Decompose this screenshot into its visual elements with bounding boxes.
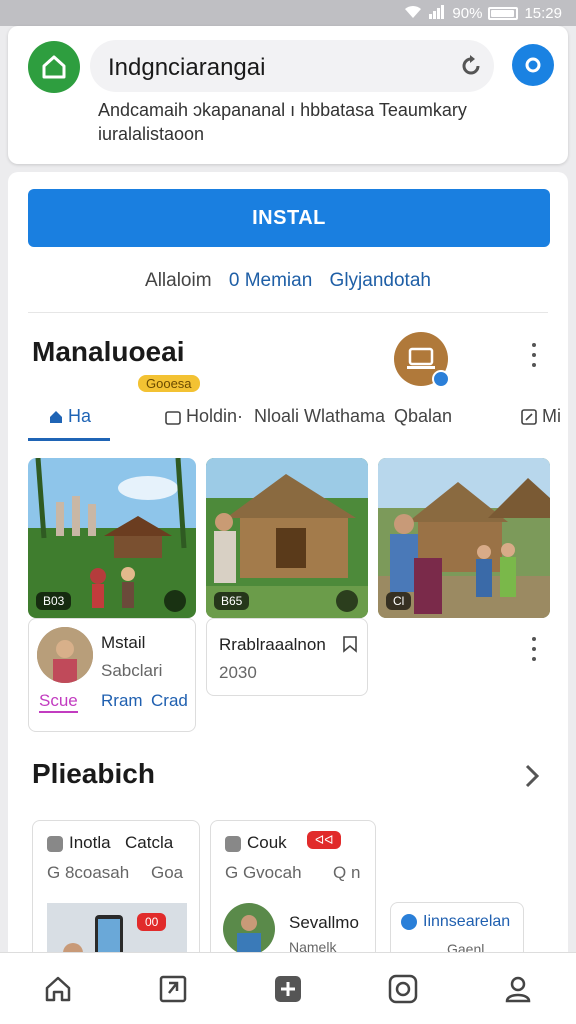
duration-badge: B03 xyxy=(36,592,72,610)
detail-card-1[interactable]: Mstail Sabclari Scue Rram Crad xyxy=(28,618,196,732)
tab-label: Qbalan xyxy=(394,406,453,426)
feature-subtitle: G Gvocah xyxy=(225,863,302,882)
section-title: Plieabich xyxy=(32,758,155,789)
tab-label: Mi xyxy=(542,406,561,426)
feature-subtitle-2: Goa xyxy=(151,863,184,882)
app-detail-sheet: INSTAL Allaloim 0 Memian Glyjandotah Man… xyxy=(8,172,568,962)
duration-badge: B65 xyxy=(214,592,250,610)
media-card-1[interactable]: B03 xyxy=(28,458,196,618)
explore-icon xyxy=(159,975,187,1002)
chevron-right-icon[interactable] xyxy=(522,762,542,790)
verified-icon xyxy=(432,370,450,388)
app-mini-icon xyxy=(225,835,241,852)
link-1[interactable]: 0 Memian xyxy=(229,270,312,291)
status-bar: 90% 15:29 xyxy=(0,0,576,26)
detail-title: Mstail xyxy=(101,633,146,652)
feature-card-1[interactable]: Inotla Catcla G 8coasah Goa 00 xyxy=(32,820,200,962)
tab-label: Ha xyxy=(68,406,92,426)
feature-card-2[interactable]: Couk ᐊᐊ G Gvocah Q n Sevallmo Namelk xyxy=(210,820,376,962)
tab-label: Nloali Wlathama xyxy=(254,406,386,426)
tab-qbalan[interactable]: Qbalan xyxy=(394,406,452,427)
feature-subtitle: G 8coasah xyxy=(47,863,130,882)
detail-link-2[interactable]: Rram xyxy=(101,691,143,711)
battery-icon xyxy=(488,6,519,20)
edit-icon xyxy=(521,408,537,425)
detail-subtitle: 2030 xyxy=(219,663,257,682)
feature-row-title: Iinnsearelan xyxy=(401,913,510,931)
bottom-navigation xyxy=(0,952,576,1024)
divider xyxy=(28,312,548,313)
account-button[interactable] xyxy=(512,44,554,86)
nav-profile[interactable] xyxy=(494,965,542,1013)
bag-icon xyxy=(165,410,181,425)
add-icon xyxy=(274,975,301,1002)
laptop-icon xyxy=(407,347,435,369)
account-circle-icon xyxy=(525,57,541,73)
nav-add[interactable] xyxy=(264,965,312,1013)
play-icon[interactable] xyxy=(336,590,358,612)
avatar xyxy=(37,627,93,683)
detail-title: Rrablraaalnon xyxy=(219,635,326,654)
clock: 15:29 xyxy=(524,4,562,22)
category-tabs: Ha Holdin· Nloali Wlathama Qbalan Mi xyxy=(28,402,568,442)
quick-links: Allaloim 0 Memian Glyjandotah xyxy=(8,270,568,292)
feature-row-title: Sevallmo xyxy=(289,913,359,932)
tab-home[interactable]: Ha xyxy=(48,406,91,427)
info-icon xyxy=(401,913,417,930)
media-card-2[interactable]: B65 xyxy=(206,458,368,618)
home-icon xyxy=(45,976,70,1001)
notification-badge: 00 xyxy=(137,913,167,931)
avatar xyxy=(223,903,275,955)
detail-subtitle: Sabclari xyxy=(101,661,163,680)
battery-percent: 90% xyxy=(452,4,483,22)
nav-messages[interactable] xyxy=(379,965,427,1013)
detail-card-2[interactable]: Rrablraaalnon 2030 xyxy=(206,618,368,696)
category-badge: Gooesa xyxy=(138,375,200,392)
search-query: Indgnciarangai xyxy=(108,54,266,81)
bookmark-icon[interactable] xyxy=(341,635,359,653)
tab-label: Holdin· xyxy=(186,406,244,426)
person-icon xyxy=(506,976,531,1002)
nav-explore[interactable] xyxy=(149,965,197,1013)
tab-mi[interactable]: Mi xyxy=(520,406,561,427)
duration-badge: Cl xyxy=(386,592,412,610)
search-header-card: Indgnciarangai Andcamaih ɔkapananal ı hb… xyxy=(8,26,568,164)
detail-link-3[interactable]: Crad xyxy=(151,691,188,711)
play-icon[interactable] xyxy=(164,590,186,612)
house-icon xyxy=(42,55,66,79)
search-input[interactable]: Indgnciarangai xyxy=(90,40,494,92)
home-tab-icon xyxy=(50,410,62,423)
wifi-icon xyxy=(404,5,422,22)
section-title: Manaluoeai xyxy=(32,336,185,367)
more-options-icon[interactable] xyxy=(524,634,544,664)
nav-home[interactable] xyxy=(34,965,82,1013)
link-0[interactable]: Allaloim xyxy=(145,270,212,291)
chat-icon xyxy=(388,974,418,1003)
media-card-3[interactable]: Cl xyxy=(378,458,550,618)
signal-icon xyxy=(428,4,446,22)
feature-title: Inotla xyxy=(47,833,111,853)
feature-title: Couk xyxy=(225,833,287,853)
tab-nloali[interactable]: Nloali Wlathama xyxy=(254,406,385,427)
feature-title-2: Catcla xyxy=(125,833,174,852)
refresh-icon[interactable] xyxy=(458,53,484,79)
app-description: Andcamaih ɔkapananal ı hbbatasa Teaumkar… xyxy=(98,100,467,144)
install-button[interactable]: INSTAL xyxy=(28,189,550,247)
notification-badge: ᐊᐊ xyxy=(307,831,342,849)
feature-subtitle-2: Q n xyxy=(333,863,361,882)
home-logo[interactable] xyxy=(28,41,80,93)
link-2[interactable]: Glyjandotah xyxy=(330,270,431,291)
tab-holdin[interactable]: Holdin· xyxy=(164,406,243,427)
more-options-icon[interactable] xyxy=(524,340,544,370)
tab-indicator xyxy=(28,438,110,441)
app-mini-icon xyxy=(47,835,63,852)
detail-link-1[interactable]: Scue xyxy=(39,691,78,713)
